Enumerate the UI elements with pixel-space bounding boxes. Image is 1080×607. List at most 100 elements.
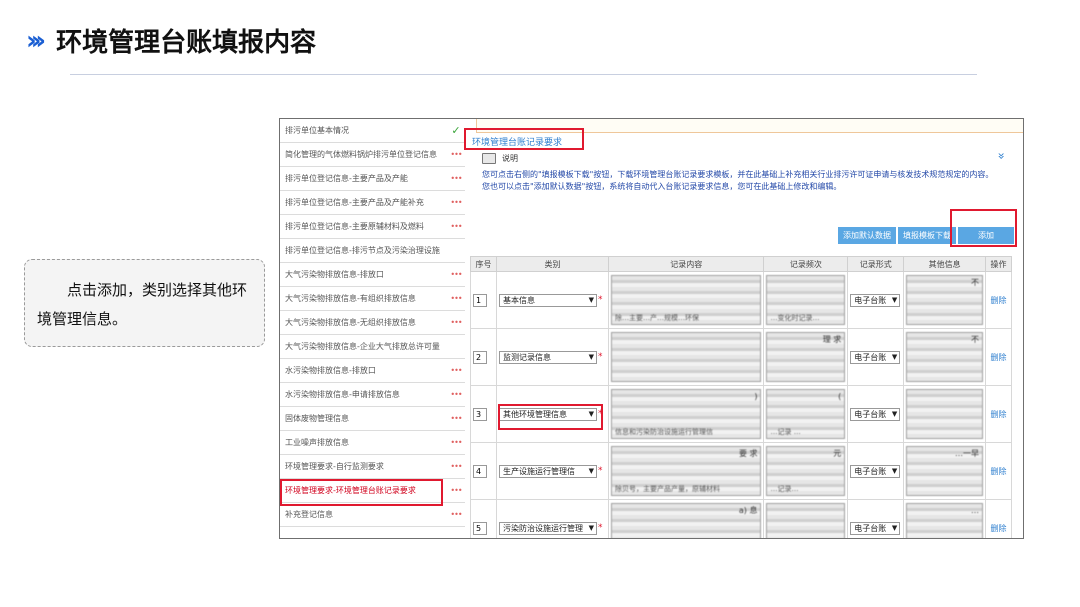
sidebar-item[interactable]: 水污染物排放信息-申请排放信息 ••• [280,383,465,407]
sidebar-item-label: 大气污染物排放信息-企业大气排放总许可量 [285,342,440,351]
seq-input[interactable]: 3 [473,407,487,421]
expand-icon[interactable]: » [994,152,1008,159]
more-icon: ••• [450,390,462,399]
content-fragment: 要 求 [738,449,758,458]
column-header: 序号 [470,256,497,272]
table-row: 1 基本信息 ▼ * 除…主要…产…规模…环保 …变化时记录… 电子台账 ▼ 不删除 [470,271,1013,329]
sidebar-item[interactable]: 补充登记信息 ••• [280,503,465,527]
delete-link[interactable]: 删除 [988,523,1009,534]
other-info-textarea[interactable]: 不 [906,332,983,382]
sidebar-item-label: 水污染物排放信息-排放口 [285,366,376,375]
frequency-textarea[interactable]: 理 求 [766,332,846,382]
content-textarea[interactable]: ) 信息和污染防治设施运行管理信 [610,389,762,439]
delete-link[interactable]: 删除 [988,409,1009,420]
sidebar-item-label: 水污染物排放信息-申请排放信息 [285,390,400,399]
category-value: 基本信息 [502,295,535,305]
sidebar-item-label: 大气污染物排放信息-无组织排放信息 [285,318,416,327]
other-info-textarea[interactable]: … [906,503,983,538]
category-cell: 基本信息 ▼ * [498,293,606,307]
sidebar-item-label: 环境管理要求-自行监测要求 [285,462,384,471]
record-form-select[interactable]: 电子台账 ▼ [850,293,901,307]
sidebar-item[interactable]: 大气污染物排放信息-排放口 ••• [280,263,465,287]
sidebar-item[interactable]: 排污单位登记信息-排污节点及污染治理设施 [280,239,465,263]
seq-input[interactable]: 1 [473,293,487,307]
more-icon: ••• [450,510,462,519]
sidebar-item-label: 固体废物管理信息 [285,414,349,423]
category-cell: 监测记录信息 ▼ * [498,350,606,364]
freq-fragment: 理 求 [822,335,842,344]
record-form-select[interactable]: 电子台账 ▼ [850,464,901,478]
frequency-textarea[interactable]: 元 …记录… [766,446,846,496]
other-info-textarea[interactable]: …一早 [906,446,983,496]
sidebar: 排污单位基本情况 ✓ 简化管理的气体燃料锅炉排污单位登记信息 ••• 排污单位登记信息-… [280,119,465,538]
content-textarea[interactable] [610,332,762,382]
content-bottom-fragment: 信息和污染防治设施运行管理信 [614,428,713,436]
sidebar-item[interactable]: 大气污染物排放信息-有组织排放信息 ••• [280,287,465,311]
sidebar-item[interactable]: 工业噪声排放信息 ••• [280,431,465,455]
seq-input[interactable]: 4 [473,464,487,478]
record-form-select[interactable]: 电子台账 ▼ [850,350,901,364]
freq-bottom-fragment: …记录 … [770,428,801,436]
chevron-down-icon: ▼ [891,467,898,475]
record-form-value: 电子台账 [854,466,887,476]
more-icon: ••• [450,174,462,183]
category-select[interactable]: 生产设施运行管理信 ▼ [498,464,597,478]
category-select[interactable]: 监测记录信息 ▼ [498,350,597,364]
more-icon: ••• [450,462,462,471]
content-textarea[interactable]: 要 求除贝号，主要产品产量，原辅材料 [610,446,762,496]
other-info-textarea[interactable] [906,389,983,439]
required-mark: * [597,295,603,305]
other-fragment: … [970,506,979,515]
content-textarea[interactable]: a) 息 [610,503,762,538]
delete-link[interactable]: 删除 [988,352,1009,363]
more-icon: ••• [450,222,462,231]
frequency-textarea[interactable]: …变化时记录… [766,275,846,325]
sidebar-item[interactable]: 排污单位基本情况 ✓ [280,119,465,143]
category-select[interactable]: 基本信息 ▼ [498,293,597,307]
sidebar-item[interactable]: 排污单位登记信息-主要产品及产能 ••• [280,167,465,191]
add-default-data-button[interactable]: 添加默认数据 [838,227,896,244]
note-box: 点击添加，类别选择其他环境管理信息。 [24,259,265,347]
highlight-section-title [464,128,584,150]
more-icon: ••• [450,486,462,495]
frequency-textarea[interactable]: (…记录 … [766,389,846,439]
sidebar-item[interactable]: 排污单位登记信息-主要原辅材料及燃料 ••• [280,215,465,239]
sidebar-item-label: 排污单位登记信息-主要原辅材料及燃料 [285,222,424,231]
sidebar-item[interactable]: 排污单位登记信息-主要产品及产能补充 ••• [280,191,465,215]
delete-link[interactable]: 删除 [988,466,1009,477]
chevron-down-icon: ▼ [588,353,594,361]
sidebar-item[interactable]: 大气污染物排放信息-无组织排放信息 ••• [280,311,465,335]
column-header: 记录内容 [607,256,765,272]
other-fragment: 不 [970,335,979,344]
sidebar-item-label: 排污单位登记信息-主要产品及产能 [285,174,408,183]
category-value: 污染防治设施运行管理 [502,523,583,533]
delete-link[interactable]: 删除 [988,295,1009,306]
sidebar-item[interactable]: 水污染物排放信息-排放口 ••• [280,359,465,383]
other-fragment: …一早 [954,449,979,458]
description: 您可点击右侧的"填报模板下载"按钮，下载环境管理台账记录要求模板，并在此基础上补… [482,169,1017,193]
record-form-select[interactable]: 电子台账 ▼ [850,407,901,421]
frequency-textarea[interactable]: 运行状态…按照 [766,503,846,538]
book-icon [482,153,496,164]
record-form-select[interactable]: 电子台账 ▼ [850,521,901,535]
content-textarea[interactable]: 除…主要…产…规模…环保 [610,275,762,325]
sidebar-item[interactable]: 环境管理要求-自行监测要求 ••• [280,455,465,479]
sidebar-item-label: 排污单位登记信息-主要产品及产能补充 [285,198,424,207]
table-row: 2 监测记录信息 ▼ * 理 求电子台账 ▼ 不删除 [470,328,1013,386]
freq-bottom-fragment: …记录… [770,485,799,493]
required-mark: * [597,466,603,476]
seq-input[interactable]: 2 [473,350,487,364]
other-info-textarea[interactable]: 不 [906,275,983,325]
sidebar-item[interactable]: 固体废物管理信息 ••• [280,407,465,431]
required-mark: * [597,523,603,533]
sidebar-item[interactable]: 大气污染物排放信息-企业大气排放总许可量 [280,335,465,359]
record-form-value: 电子台账 [854,352,887,362]
table-row: 4 生产设施运行管理信 ▼ * 要 求除贝号，主要产品产量，原辅材料元 …记录… 电子台账 ▼… [470,442,1013,500]
seq-input[interactable]: 5 [473,521,487,535]
category-select[interactable]: 污染防治设施运行管理 ▼ [498,521,597,535]
template-download-button[interactable]: 填报模板下载 [898,227,956,244]
screenshot-panel: 排污单位基本情况 ✓ 简化管理的气体燃料锅炉排污单位登记信息 ••• 排污单位登记信息-… [279,118,1024,539]
note-text: 点击添加，类别选择其他环境管理信息。 [37,281,248,328]
sidebar-item[interactable]: 简化管理的气体燃料锅炉排污单位登记信息 ••• [280,143,465,167]
chevron-down-icon: ▼ [891,410,898,418]
